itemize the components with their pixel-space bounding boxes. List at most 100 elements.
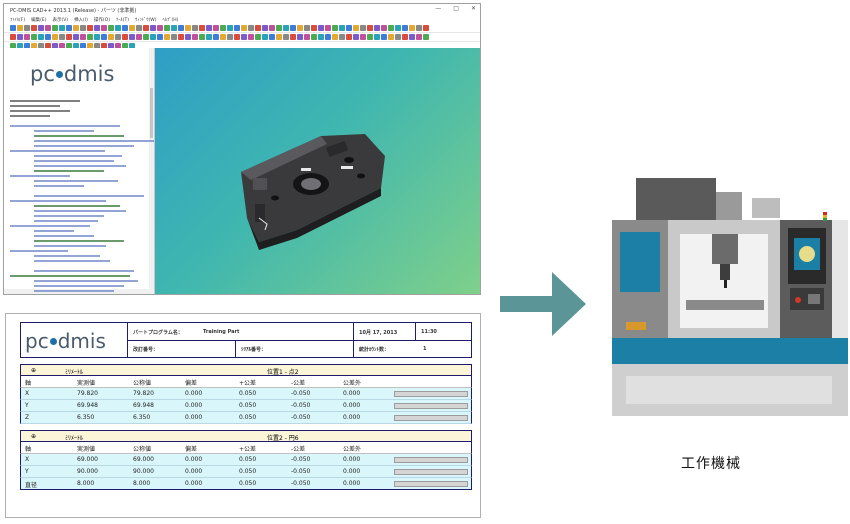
toolbar-icon[interactable] <box>94 34 100 40</box>
toolbar-icon[interactable] <box>423 34 429 40</box>
toolbar-icon[interactable] <box>262 34 268 40</box>
toolbar-icon[interactable] <box>213 34 219 40</box>
toolbar-icon[interactable] <box>115 25 121 31</box>
toolbar-icon[interactable] <box>381 25 387 31</box>
toolbar-icon[interactable] <box>122 34 128 40</box>
toolbar-icon[interactable] <box>353 25 359 31</box>
toolbar-icon[interactable] <box>206 25 212 31</box>
toolbar-row-1[interactable] <box>4 24 480 33</box>
toolbar-icon[interactable] <box>136 25 142 31</box>
toolbar-icon[interactable] <box>199 34 205 40</box>
toolbar-icon[interactable] <box>395 34 401 40</box>
toolbar-icon[interactable] <box>31 34 37 40</box>
toolbar-icon[interactable] <box>143 25 149 31</box>
toolbar-icon[interactable] <box>234 34 240 40</box>
toolbar-row-2[interactable] <box>4 33 480 42</box>
toolbar-icon[interactable] <box>66 25 72 31</box>
toolbar-icon[interactable] <box>283 34 289 40</box>
toolbar-icon[interactable] <box>164 34 170 40</box>
toolbar-icon[interactable] <box>360 25 366 31</box>
toolbar-icon[interactable] <box>17 25 23 31</box>
toolbar-icon[interactable] <box>409 34 415 40</box>
toolbar-icon[interactable] <box>402 25 408 31</box>
toolbar-icon[interactable] <box>157 25 163 31</box>
toolbar-icon[interactable] <box>52 25 58 31</box>
toolbar-icon[interactable] <box>395 25 401 31</box>
toolbar-icon[interactable] <box>227 34 233 40</box>
toolbar-icon[interactable] <box>31 25 37 31</box>
toolbar-icon[interactable] <box>416 25 422 31</box>
toolbar-icon[interactable] <box>199 25 205 31</box>
toolbar-icon[interactable] <box>122 25 128 31</box>
toolbar-icon[interactable] <box>164 25 170 31</box>
toolbar-icon[interactable] <box>353 34 359 40</box>
toolbar-icon[interactable] <box>45 25 51 31</box>
toolbar-icon[interactable] <box>52 34 58 40</box>
toolbar-icon[interactable] <box>150 34 156 40</box>
toolbar-icon[interactable] <box>115 34 121 40</box>
toolbar-icon[interactable] <box>136 34 142 40</box>
toolbar-icon[interactable] <box>59 34 65 40</box>
toolbar-icon[interactable] <box>367 34 373 40</box>
toolbar-icon[interactable] <box>402 34 408 40</box>
toolbar-icon[interactable] <box>374 34 380 40</box>
menu-window[interactable]: ｳｨﾝﾄﾞｳ(W) <box>135 17 156 23</box>
toolbar-icon[interactable] <box>262 25 268 31</box>
toolbar-icon[interactable] <box>269 25 275 31</box>
toolbar-icon[interactable] <box>388 34 394 40</box>
toolbar-icon[interactable] <box>416 34 422 40</box>
menu-operation[interactable]: 操作(O) <box>94 17 110 23</box>
toolbar-icon[interactable] <box>255 34 261 40</box>
toolbar-icon[interactable] <box>325 34 331 40</box>
toolbar-icon[interactable] <box>297 34 303 40</box>
toolbar-icon[interactable] <box>157 34 163 40</box>
toolbar-icon[interactable] <box>178 34 184 40</box>
toolbar-icon[interactable] <box>227 25 233 31</box>
edit-window[interactable]: pc dmis <box>4 48 155 294</box>
toolbar-icon[interactable] <box>276 34 282 40</box>
toolbar-icon[interactable] <box>248 34 254 40</box>
toolbar-icon[interactable] <box>311 25 317 31</box>
toolbar-icon[interactable] <box>346 34 352 40</box>
toolbar-icon[interactable] <box>213 25 219 31</box>
toolbar-icon[interactable] <box>192 34 198 40</box>
toolbar-icon[interactable] <box>304 34 310 40</box>
toolbar-icon[interactable] <box>318 25 324 31</box>
toolbar-icon[interactable] <box>171 34 177 40</box>
toolbar-icon[interactable] <box>388 25 394 31</box>
toolbar-icon[interactable] <box>108 25 114 31</box>
toolbar-icon[interactable] <box>59 25 65 31</box>
toolbar-icon[interactable] <box>192 25 198 31</box>
toolbar-icon[interactable] <box>80 34 86 40</box>
toolbar-icon[interactable] <box>276 25 282 31</box>
toolbar-icon[interactable] <box>24 34 30 40</box>
toolbar-icon[interactable] <box>45 34 51 40</box>
menu-edit[interactable]: 編集(E) <box>31 17 46 23</box>
toolbar-icon[interactable] <box>311 34 317 40</box>
toolbar-icon[interactable] <box>339 25 345 31</box>
toolbar-icon[interactable] <box>423 25 429 31</box>
toolbar-icon[interactable] <box>409 25 415 31</box>
toolbar-icon[interactable] <box>318 34 324 40</box>
toolbar-icon[interactable] <box>73 25 79 31</box>
toolbar-icon[interactable] <box>297 25 303 31</box>
vertical-scrollbar[interactable] <box>149 48 154 294</box>
menu-view[interactable]: 表示(V) <box>52 17 68 23</box>
minimize-button[interactable]: — <box>435 5 441 12</box>
menu-file[interactable]: ﾌｧｲﾙ(F) <box>10 17 25 23</box>
toolbar-icon[interactable] <box>220 25 226 31</box>
toolbar-icon[interactable] <box>87 25 93 31</box>
toolbar-icon[interactable] <box>66 34 72 40</box>
toolbar-icon[interactable] <box>360 34 366 40</box>
toolbar-icon[interactable] <box>101 34 107 40</box>
toolbar-icon[interactable] <box>143 34 149 40</box>
toolbar-icon[interactable] <box>234 25 240 31</box>
toolbar-icon[interactable] <box>332 34 338 40</box>
graphics-display-window[interactable] <box>155 48 480 294</box>
menu-help[interactable]: ﾍﾙﾌﾟ(H) <box>162 17 178 23</box>
toolbar-icon[interactable] <box>185 25 191 31</box>
toolbar-icon[interactable] <box>87 34 93 40</box>
toolbar-icon[interactable] <box>304 25 310 31</box>
menu-tools[interactable]: ﾂｰﾙ(T) <box>116 17 129 23</box>
maximize-button[interactable]: □ <box>453 5 459 12</box>
